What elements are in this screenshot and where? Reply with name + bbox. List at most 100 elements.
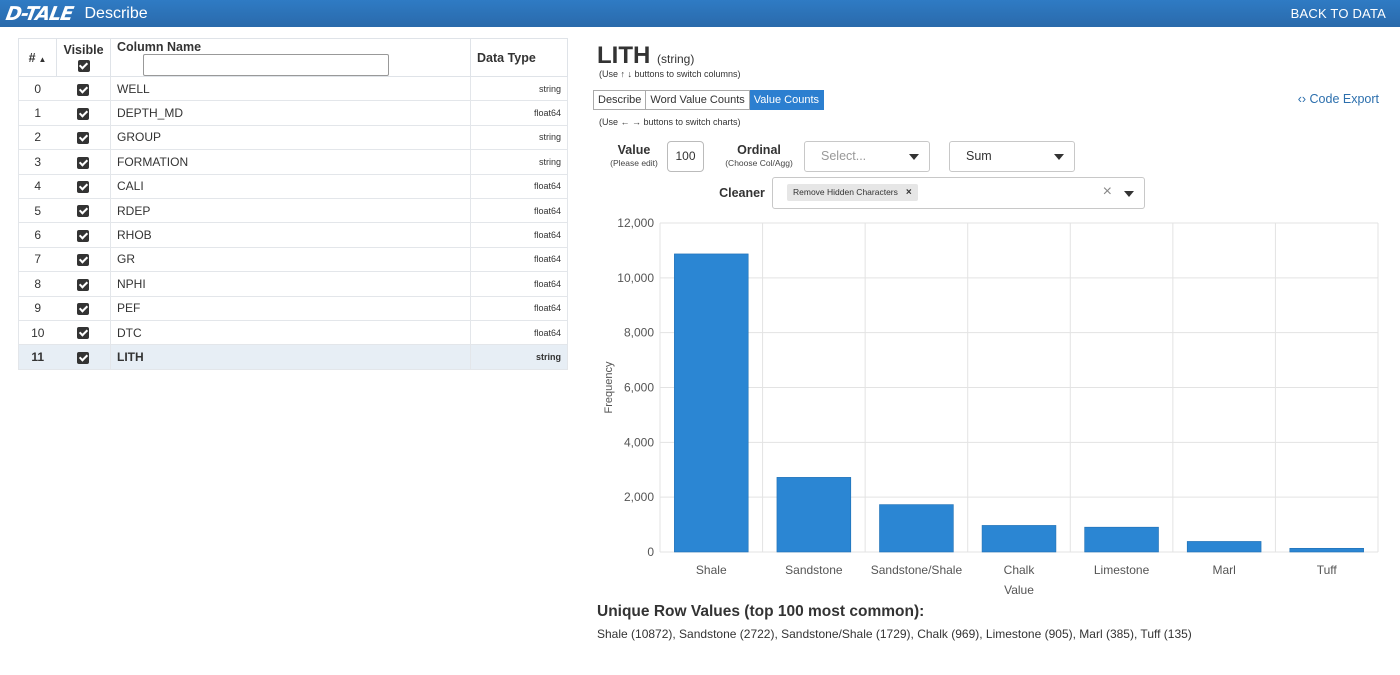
- row-data-type: float64: [470, 197, 568, 224]
- tab-describe[interactable]: Describe: [593, 90, 647, 110]
- table-row[interactable]: 9 PEF float64: [18, 295, 568, 321]
- column-name-filter-input[interactable]: [143, 53, 389, 76]
- bar-chalk: [981, 525, 1057, 553]
- column-title: LITH (string): [597, 42, 694, 70]
- value-input[interactable]: 100: [667, 141, 704, 172]
- row-index: 9: [18, 295, 57, 321]
- row-visible-cell: [56, 271, 111, 297]
- cleaner-multiselect[interactable]: Remove Hidden Characters × ×: [772, 177, 1145, 209]
- chart-switch-hint: (Use ← → buttons to switch charts): [599, 117, 741, 127]
- row-data-type: float64: [470, 100, 568, 126]
- row-index: 8: [18, 271, 57, 297]
- table-row[interactable]: 2 GROUP string: [18, 124, 568, 151]
- row-column-name: DEPTH_MD: [110, 100, 471, 126]
- clear-icon[interactable]: ×: [1103, 183, 1112, 201]
- row-visible-cell: [56, 149, 111, 175]
- x-tick-label: Sandstone: [785, 563, 843, 577]
- table-row[interactable]: 6 RHOB float64: [18, 222, 568, 248]
- value-label: Value: [617, 143, 651, 157]
- row-visible-checkbox[interactable]: [77, 229, 90, 242]
- top-bar: D-TALE Describe BACK TO DATA: [0, 0, 1400, 27]
- ordinal-sublabel: (Choose Col/Agg): [725, 158, 793, 168]
- table-row[interactable]: 1 DEPTH_MD float64: [18, 100, 568, 126]
- bar-sandstone: [776, 477, 852, 553]
- table-row[interactable]: 0 WELL string: [18, 75, 568, 102]
- table-row[interactable]: 11 LITH string: [18, 344, 568, 370]
- row-index: 11: [18, 344, 57, 370]
- chevron-down-icon[interactable]: [1124, 191, 1134, 197]
- y-tick-label: 10,000: [617, 271, 654, 285]
- bar-tuff: [1289, 547, 1364, 553]
- column-title-dtype: (string): [657, 52, 695, 66]
- aggregation-select[interactable]: Sum: [949, 141, 1075, 172]
- row-visible-checkbox[interactable]: [77, 278, 90, 291]
- row-visible-checkbox[interactable]: [77, 254, 90, 267]
- row-column-name: LITH: [110, 344, 471, 370]
- bar-limestone: [1084, 526, 1159, 553]
- table-row[interactable]: 5 RDEP float64: [18, 197, 568, 224]
- row-visible-cell: [56, 246, 111, 273]
- back-to-data-link[interactable]: BACK TO DATA: [1291, 6, 1386, 21]
- row-column-name: FORMATION: [110, 149, 471, 175]
- table-row[interactable]: 8 NPHI float64: [18, 271, 568, 297]
- tab-word-value-counts[interactable]: Word Value Counts: [646, 90, 750, 110]
- row-column-name: GROUP: [110, 124, 471, 151]
- row-index: 4: [18, 173, 57, 199]
- row-visible-checkbox[interactable]: [77, 107, 90, 120]
- index-header[interactable]: # ▲: [18, 38, 57, 77]
- row-index: 10: [18, 319, 57, 346]
- remove-chip-icon[interactable]: ×: [906, 187, 912, 198]
- row-data-type: float64: [470, 222, 568, 248]
- y-tick-label: 4,000: [624, 435, 654, 449]
- row-visible-checkbox[interactable]: [77, 181, 90, 194]
- row-data-type: string: [470, 124, 568, 151]
- row-column-name: CALI: [110, 173, 471, 199]
- row-visible-checkbox[interactable]: [77, 351, 90, 364]
- table-row[interactable]: 10 DTC float64: [18, 319, 568, 346]
- table-row[interactable]: 4 CALI float64: [18, 173, 568, 199]
- row-column-name: NPHI: [110, 271, 471, 297]
- row-visible-cell: [56, 319, 111, 346]
- row-visible-checkbox[interactable]: [77, 327, 90, 340]
- tab-value-counts[interactable]: Value Counts: [749, 90, 825, 110]
- row-visible-cell: [56, 344, 111, 370]
- row-index: 3: [18, 149, 57, 175]
- row-index: 7: [18, 246, 57, 273]
- column-title-name: LITH: [597, 42, 651, 69]
- row-visible-checkbox[interactable]: [77, 303, 90, 316]
- row-data-type: string: [470, 344, 568, 370]
- row-visible-checkbox[interactable]: [77, 156, 90, 169]
- y-tick-label: 0: [647, 545, 654, 559]
- row-index: 6: [18, 222, 57, 248]
- y-axis-label: Frequency: [603, 361, 615, 413]
- row-visible-checkbox[interactable]: [77, 83, 90, 96]
- visible-all-checkbox[interactable]: [77, 60, 90, 73]
- sort-asc-icon: ▲: [38, 54, 47, 64]
- value-counts-chart: 0 2,000 4,000 6,000 8,000 10,000 12,000 Shale Sa…: [603, 216, 1379, 597]
- ordinal-column-select[interactable]: Select...: [804, 141, 930, 172]
- cleaner-label-group: Cleaner: [712, 186, 772, 200]
- chevron-down-icon: [1054, 154, 1064, 160]
- code-export-link[interactable]: ‹› Code Export: [1298, 92, 1379, 106]
- row-visible-cell: [56, 197, 111, 224]
- table-row[interactable]: 7 GR float64: [18, 246, 568, 273]
- code-icon: ‹›: [1297, 92, 1307, 106]
- row-visible-checkbox[interactable]: [77, 132, 90, 145]
- ordinal-label-group: Ordinal (Choose Col/Agg): [714, 143, 804, 168]
- x-axis-label: Value: [1004, 583, 1034, 597]
- value-label-group: Value (Please edit): [600, 143, 668, 168]
- y-tick-label: 8,000: [624, 326, 654, 340]
- index-header-label: #: [28, 50, 36, 65]
- x-tick-label: Shale: [696, 563, 727, 577]
- row-visible-cell: [56, 173, 111, 199]
- y-tick-label: 6,000: [624, 381, 654, 395]
- table-row[interactable]: 3 FORMATION string: [18, 149, 568, 175]
- row-visible-checkbox[interactable]: [77, 205, 90, 218]
- row-column-name: WELL: [110, 75, 471, 102]
- unique-values-title: Unique Row Values (top 100 most common):: [597, 603, 925, 620]
- row-data-type: float64: [470, 295, 568, 321]
- unique-values-text: Shale (10872), Sandstone (2722), Sandsto…: [597, 627, 1192, 641]
- row-visible-cell: [56, 124, 111, 151]
- row-column-name: DTC: [110, 319, 471, 346]
- row-data-type: string: [470, 75, 568, 102]
